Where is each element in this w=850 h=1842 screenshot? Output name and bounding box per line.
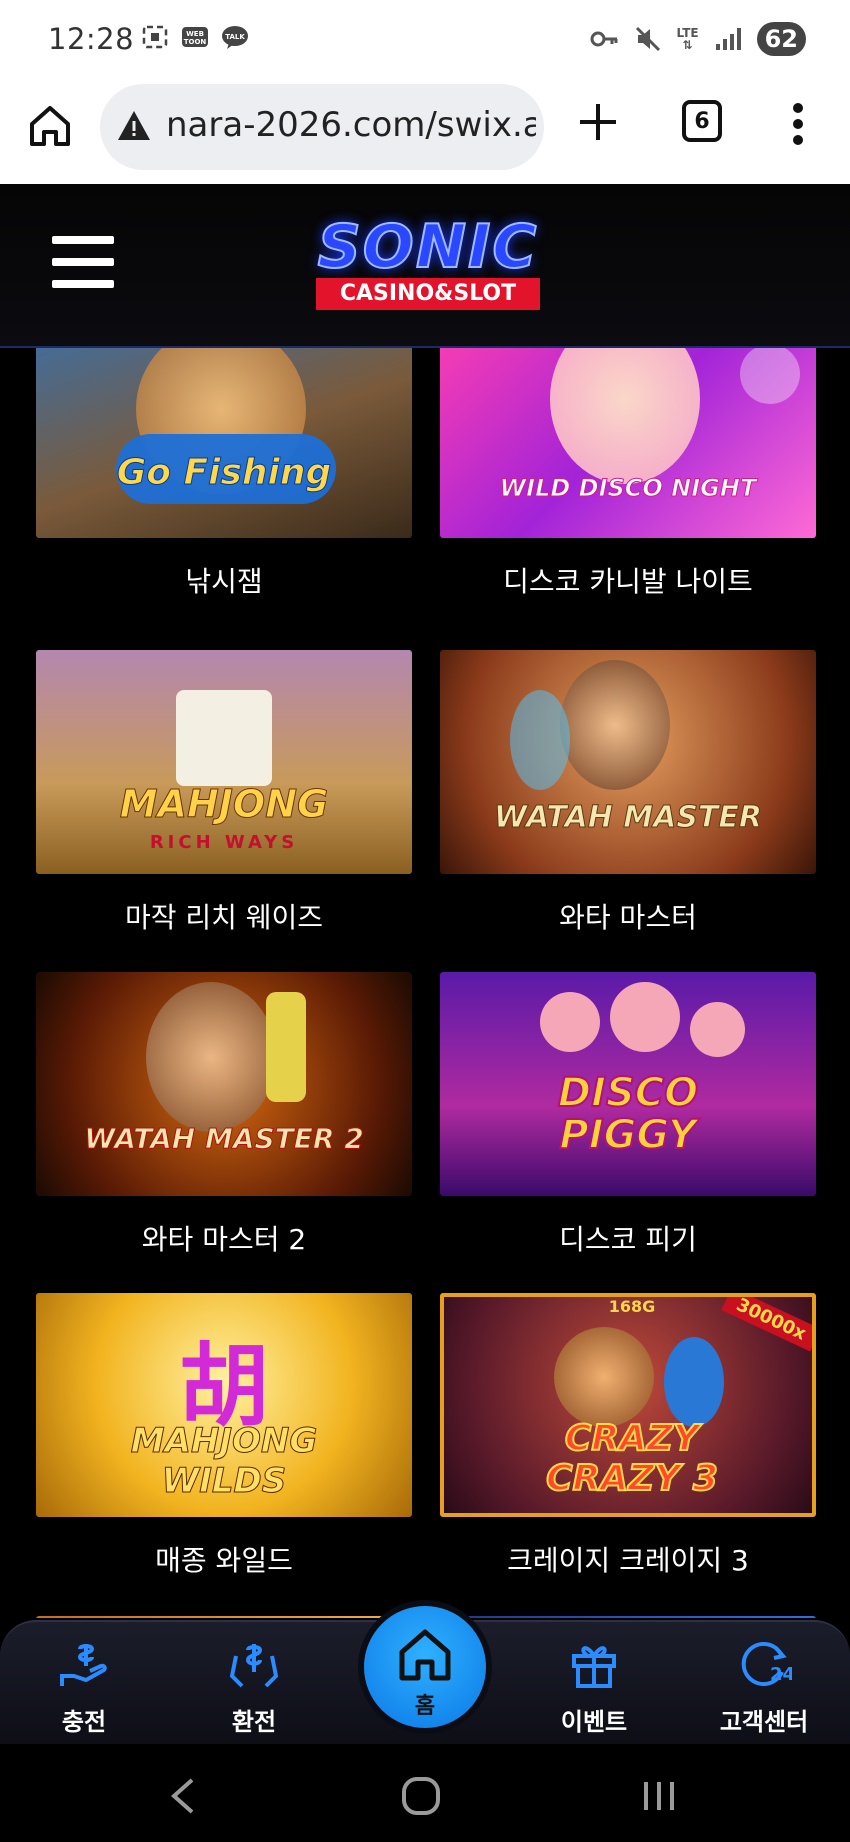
svg-text:TALK: TALK [225, 33, 245, 41]
logo-subtitle: CASINO&SLOT [316, 278, 540, 310]
logo-word: SONIC [317, 211, 539, 283]
browser-toolbar: nara-2026.com/swix.a 6 [0, 80, 850, 184]
game-art-subtitle: RICH WAYS [149, 832, 299, 853]
game-title: 낚시잼 [185, 565, 263, 598]
new-tab-button[interactable] [576, 100, 620, 144]
mute-icon [633, 26, 663, 52]
game-title: 와타 마스터 [559, 901, 697, 934]
game-card[interactable]: Go Fishing 낚시잼 [36, 348, 412, 600]
status-time: 12:28 [48, 22, 135, 56]
game-thumbnail[interactable]: DISCO PIGGY [440, 972, 816, 1196]
svg-text:TOON: TOON [184, 38, 207, 46]
battery-icon: 62 [756, 22, 806, 56]
new-tab-plus-icon [580, 104, 616, 140]
webtoon-icon: WEB TOON [180, 24, 210, 50]
game-thumbnail[interactable]: 胡 MAHJONG WILDS [36, 1293, 412, 1517]
gift-icon [572, 1646, 616, 1688]
deposit-icon [60, 1644, 107, 1686]
game-thumbnail[interactable]: Go Fishing [36, 348, 412, 538]
hamburger-menu-icon[interactable] [52, 236, 114, 290]
game-art-title: DISCO PIGGY [557, 1070, 699, 1158]
game-art-title: MAHJONG [119, 782, 329, 827]
system-nav-bar [0, 1744, 850, 1842]
game-art-title: WATAH MASTER [493, 800, 762, 836]
talk-icon: TALK [220, 24, 250, 50]
game-grid: Go Fishing 낚시잼 WILD DISCO NIGHT 디스코 카니발 … [0, 348, 850, 1618]
support-24-icon: 24 [741, 1642, 795, 1686]
game-art-title: CRAZY CRAZY 3 [545, 1418, 719, 1500]
game-card[interactable]: 168G 30000x CRAZY CRAZY 3 크레이지 크레이지 3 [440, 1293, 816, 1579]
address-bar[interactable]: nara-2026.com/swix.a [100, 84, 544, 170]
url-text: nara-2026.com/swix.a [166, 105, 536, 145]
game-title: 와타 마스터 2 [141, 1223, 307, 1256]
game-card[interactable]: 胡 MAHJONG WILDS 매종 와일드 [36, 1293, 412, 1579]
game-thumbnail-partial[interactable] [36, 1616, 412, 1618]
key-icon [589, 26, 619, 52]
nav-label: 홈 [414, 1694, 436, 1719]
game-title: 크레이지 크레이지 3 [507, 1544, 749, 1577]
status-bar: 12:28 WEB TOON TALK LTE ⇅ 62 [0, 0, 850, 80]
game-thumbnail[interactable]: WATAH MASTER [440, 650, 816, 874]
game-thumbnail-partial[interactable] [440, 1616, 816, 1618]
site-header: SONIC CASINO&SLOT [0, 184, 850, 348]
svg-text:WEB: WEB [186, 30, 204, 38]
app-screen: 12:28 WEB TOON TALK LTE ⇅ 62 nara-2026.c… [0, 0, 850, 1842]
status-left-icons: WEB TOON TALK [140, 24, 250, 50]
game-title: 디스코 카니발 나이트 [503, 565, 753, 598]
nav-label: 환전 [231, 1708, 277, 1736]
nav-support[interactable]: 24 고객센터 [704, 1630, 824, 1738]
back-icon[interactable] [160, 1774, 210, 1818]
nav-home[interactable]: 홈 [358, 1600, 492, 1734]
game-card[interactable]: WILD DISCO NIGHT 디스코 카니발 나이트 [440, 348, 816, 600]
nav-deposit[interactable]: 충전 [24, 1630, 144, 1738]
recents-icon[interactable] [634, 1774, 684, 1818]
screenshot-icon [140, 24, 170, 50]
game-title: 매종 와일드 [155, 1544, 293, 1577]
game-art-title: WATAH MASTER 2 [84, 1122, 364, 1156]
game-title: 디스코 피기 [559, 1223, 697, 1256]
more-vert-icon[interactable] [790, 102, 806, 146]
game-art-title: Go Fishing [116, 452, 332, 494]
signal-icon [713, 26, 743, 52]
tab-switcher-icon[interactable]: 6 [682, 100, 722, 142]
game-title: 마작 리치 웨이즈 [124, 901, 324, 934]
home-circle-icon[interactable] [396, 1774, 446, 1818]
exchange-icon [229, 1644, 279, 1688]
nav-label: 충전 [61, 1708, 107, 1736]
bottom-nav: 충전 환전 홈 이벤트 24 고객센터 [0, 1600, 850, 1744]
home-icon [399, 1629, 451, 1681]
nav-label: 이벤트 [560, 1708, 628, 1736]
nav-label: 고객센터 [719, 1708, 809, 1736]
svg-text:24: 24 [770, 1664, 792, 1685]
lte-icon: LTE ⇅ [676, 26, 699, 52]
game-art-title: MAHJONG WILDS [130, 1421, 318, 1502]
browser-home-button[interactable] [26, 102, 74, 150]
game-thumbnail[interactable]: MAHJONG RICH WAYS [36, 650, 412, 874]
not-secure-warning-icon [118, 111, 150, 140]
home-icon [30, 106, 70, 146]
nav-exchange[interactable]: 환전 [194, 1630, 314, 1738]
game-card[interactable]: WATAH MASTER 2 와타 마스터 2 [36, 972, 412, 1258]
nav-event[interactable]: 이벤트 [534, 1630, 654, 1738]
status-right-icons: LTE ⇅ 62 [589, 22, 806, 56]
game-art-title: WILD DISCO NIGHT [499, 474, 757, 503]
game-card[interactable]: WATAH MASTER 와타 마스터 [440, 650, 816, 936]
site-logo[interactable]: SONIC CASINO&SLOT [296, 211, 560, 312]
game-card[interactable]: MAHJONG RICH WAYS 마작 리치 웨이즈 [36, 650, 412, 936]
game-card[interactable]: DISCO PIGGY 디스코 피기 [440, 972, 816, 1258]
game-thumbnail[interactable]: WATAH MASTER 2 [36, 972, 412, 1196]
game-thumbnail[interactable]: WILD DISCO NIGHT [440, 348, 816, 538]
game-thumbnail[interactable]: 168G 30000x CRAZY CRAZY 3 [440, 1293, 816, 1517]
